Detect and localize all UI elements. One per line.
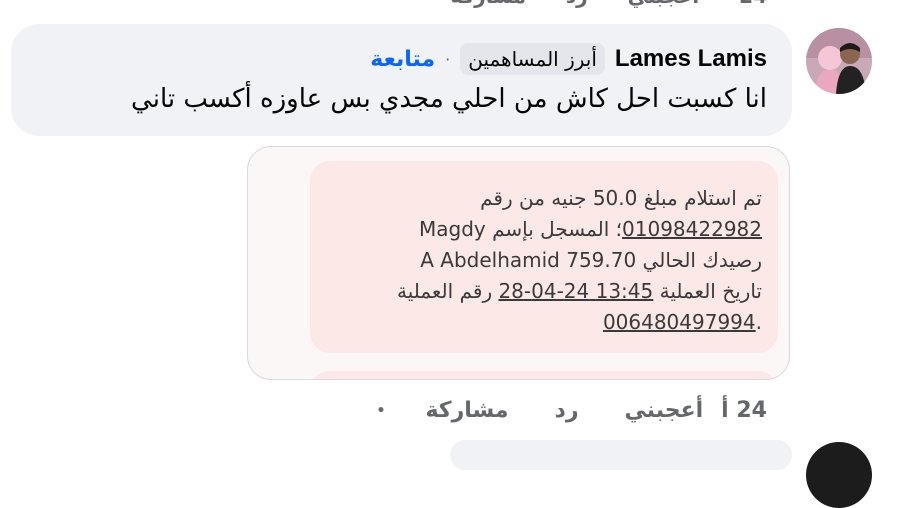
more-dot-icon[interactable]: • (377, 403, 386, 419)
comment-header: Lames Lamis أبرز المساهمين · متابعة (370, 39, 767, 79)
previous-comment-actions: 24 أعجبني رد مشاركة (450, 0, 767, 8)
comment-time[interactable]: 24 أ (721, 398, 767, 423)
previous-time: 24 (739, 0, 767, 8)
reply-button[interactable]: رد (555, 398, 579, 423)
comment-attachment-image[interactable]: تم استلام مبلغ 50.0 جنيه من رقم 01098422… (247, 146, 790, 380)
avatar[interactable] (806, 28, 872, 94)
previous-share-button[interactable]: مشاركة (450, 0, 526, 8)
next-comment-bubble (450, 440, 792, 470)
user-avatar-icon (806, 28, 872, 94)
sms-line-4: تاريخ العملية 13:45 24-04-28 رقم العملية (322, 276, 762, 307)
sms-transaction-date: 13:45 24-04-28 (498, 279, 654, 303)
sms-message-bubble: تم استلام مبلغ 50.0 جنيه من رقم 01098422… (310, 161, 778, 353)
sms-text: تم استلام مبلغ 50.0 جنيه من رقم 01098422… (322, 183, 762, 338)
sms-next-bubble (310, 371, 778, 379)
comment-text: انا كسبت احل كاش من احلي مجدي بس عاوزه أ… (131, 84, 767, 114)
sms-phone-number: 01098422982 (622, 217, 762, 241)
comment-actions: 24 أ أعجبني رد مشاركة • (377, 398, 767, 423)
sms-line-5-end: . (755, 310, 762, 334)
separator-dot: · (445, 49, 451, 69)
sms-line-4-start: تاريخ العملية (653, 279, 762, 303)
previous-reply-button[interactable]: رد (566, 0, 588, 8)
share-button[interactable]: مشاركة (425, 398, 508, 423)
previous-like-button[interactable]: أعجبني (628, 0, 700, 8)
top-contributor-badge: أبرز المساهمين (460, 43, 605, 75)
like-button[interactable]: أعجبني (625, 398, 704, 423)
sms-line-3: A Abdelhamid رصيدك الحالي 759.70 (420, 248, 762, 272)
sms-line-5: 006480497994. (322, 307, 762, 338)
sms-line-2-rest: ؛ المسجل بإسم Magdy (418, 217, 623, 241)
sms-line-1: تم استلام مبلغ 50.0 جنيه من رقم (480, 186, 762, 210)
next-user-avatar-icon[interactable] (806, 442, 872, 508)
follow-button[interactable]: متابعة (370, 47, 435, 72)
sms-line-4-end: رقم العملية (396, 279, 499, 303)
sms-transaction-id: 006480497994 (602, 310, 756, 334)
sms-line-2: 01098422982؛ المسجل بإسم Magdy (322, 214, 762, 245)
author-name[interactable]: Lames Lamis (615, 45, 767, 73)
